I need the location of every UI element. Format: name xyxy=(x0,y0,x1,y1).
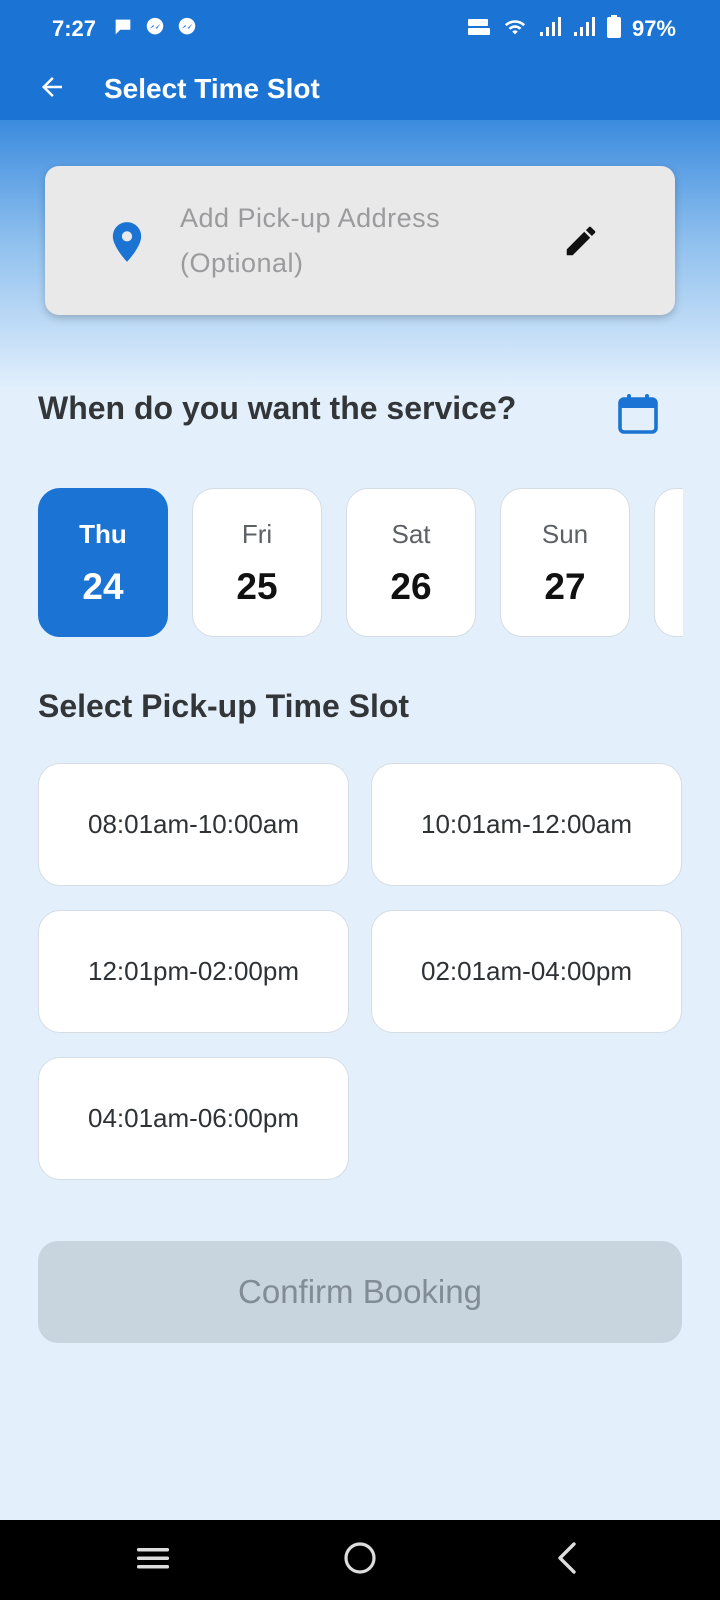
status-time: 7:27 xyxy=(52,16,97,41)
nav-home-button[interactable] xyxy=(330,1534,390,1586)
signal-icon xyxy=(572,16,596,43)
volte-icon xyxy=(466,16,492,43)
date-day: Sat xyxy=(391,519,431,549)
date-selector: Thu 24 Fri 25 Sat 26 Sun 27 xyxy=(38,488,683,638)
date-number: 26 xyxy=(390,566,432,607)
battery-percent: 97% xyxy=(631,16,676,41)
service-question: When do you want the service? xyxy=(38,390,517,426)
wifi-icon xyxy=(502,16,528,43)
time-slot-button[interactable]: 12:01pm-02:00pm xyxy=(38,910,349,1033)
status-right: 97% xyxy=(466,14,676,44)
date-day: Sun xyxy=(541,519,589,549)
calendar-button[interactable] xyxy=(614,390,662,438)
menu-icon xyxy=(135,1543,171,1578)
back-icon xyxy=(552,1540,582,1581)
page-title: Select Time Slot xyxy=(104,73,320,104)
chat-bubble-icon xyxy=(112,16,134,43)
app-bar: Select Time Slot xyxy=(0,58,720,120)
pickup-address-placeholder[interactable]: Add Pick-up Address (Optional) xyxy=(180,196,520,286)
date-day: Fri xyxy=(241,519,273,549)
status-bar: 7:27 97% xyxy=(0,0,720,58)
date-chip-fri-25[interactable]: Fri 25 xyxy=(192,488,322,637)
time-slot-button[interactable]: 04:01am-06:00pm xyxy=(38,1057,349,1180)
status-left: 7:27 xyxy=(52,16,198,43)
signal-icon xyxy=(538,16,562,43)
date-chip-thu-24[interactable]: Thu 24 xyxy=(38,488,168,637)
address-line-1: Add Pick-up Address xyxy=(180,203,441,233)
address-line-2: (Optional) xyxy=(180,248,304,278)
messenger-icon xyxy=(176,16,198,43)
time-slot-button[interactable]: 10:01am-12:00am xyxy=(371,763,682,886)
date-number: 24 xyxy=(82,566,124,607)
date-number: 25 xyxy=(236,566,278,607)
back-button[interactable] xyxy=(26,63,78,115)
time-slot-button[interactable]: 08:01am-10:00am xyxy=(38,763,349,886)
date-day: Thu xyxy=(79,519,127,549)
pencil-icon xyxy=(562,226,600,264)
location-pin-icon xyxy=(110,222,144,262)
battery-icon xyxy=(606,14,622,44)
home-icon xyxy=(342,1540,378,1581)
system-nav-bar xyxy=(0,1520,720,1600)
confirm-booking-button[interactable]: Confirm Booking xyxy=(38,1241,682,1343)
messenger-icon xyxy=(144,16,166,43)
calendar-icon xyxy=(614,394,662,442)
time-slot-heading: Select Pick-up Time Slot xyxy=(38,688,410,724)
date-number: 27 xyxy=(544,566,586,607)
date-chip-sat-26[interactable]: Sat 26 xyxy=(346,488,476,637)
date-chip-next[interactable] xyxy=(654,488,683,637)
nav-back-button[interactable] xyxy=(537,1534,597,1586)
edit-address-button[interactable] xyxy=(562,222,600,260)
nav-menu-button[interactable] xyxy=(123,1534,183,1586)
date-chip-sun-27[interactable]: Sun 27 xyxy=(500,488,630,637)
arrow-left-icon xyxy=(37,72,67,107)
time-slot-button[interactable]: 02:01am-04:00pm xyxy=(371,910,682,1033)
